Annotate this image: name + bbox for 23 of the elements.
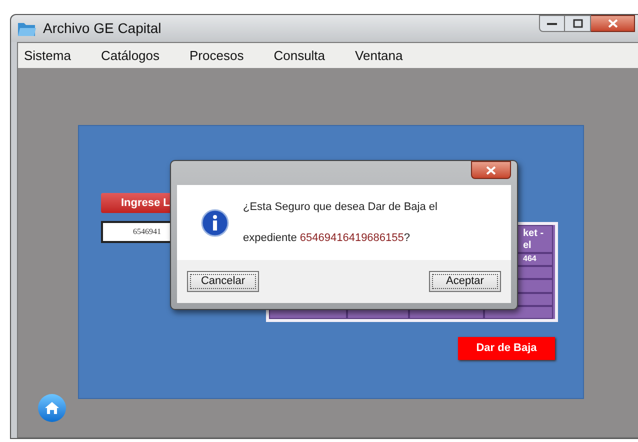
menu-item[interactable]: Procesos bbox=[190, 46, 244, 66]
maximize-icon bbox=[572, 19, 582, 28]
dialog-message: ¿Esta Seguro que desea Dar de Baja el bbox=[243, 200, 438, 215]
menu-item[interactable]: Catálogos bbox=[100, 46, 160, 66]
close-button[interactable] bbox=[591, 15, 635, 32]
dialog-button[interactable]: Cancelar bbox=[187, 271, 259, 292]
window-title: Archivo GE Capital bbox=[43, 19, 162, 38]
close-icon bbox=[486, 166, 496, 174]
menu-item[interactable]: Consulta bbox=[274, 46, 326, 66]
home-icon bbox=[44, 401, 60, 415]
minimize-icon bbox=[547, 22, 557, 26]
menu-item[interactable]: Sistema bbox=[24, 46, 71, 66]
home-button[interactable] bbox=[38, 394, 66, 422]
info-icon bbox=[201, 208, 229, 236]
folder-icon bbox=[17, 20, 37, 36]
dialog-message: expediente 65469416419686155? bbox=[243, 230, 412, 246]
minimize-button[interactable] bbox=[539, 15, 565, 32]
dialog-close-button[interactable] bbox=[471, 161, 511, 179]
deregister-button[interactable]: Dar de Baja bbox=[458, 337, 555, 360]
dialog-button[interactable]: Aceptar bbox=[429, 271, 501, 292]
menu-item[interactable]: Ventana bbox=[355, 46, 403, 66]
close-icon bbox=[608, 19, 618, 28]
maximize-button[interactable] bbox=[565, 15, 591, 32]
